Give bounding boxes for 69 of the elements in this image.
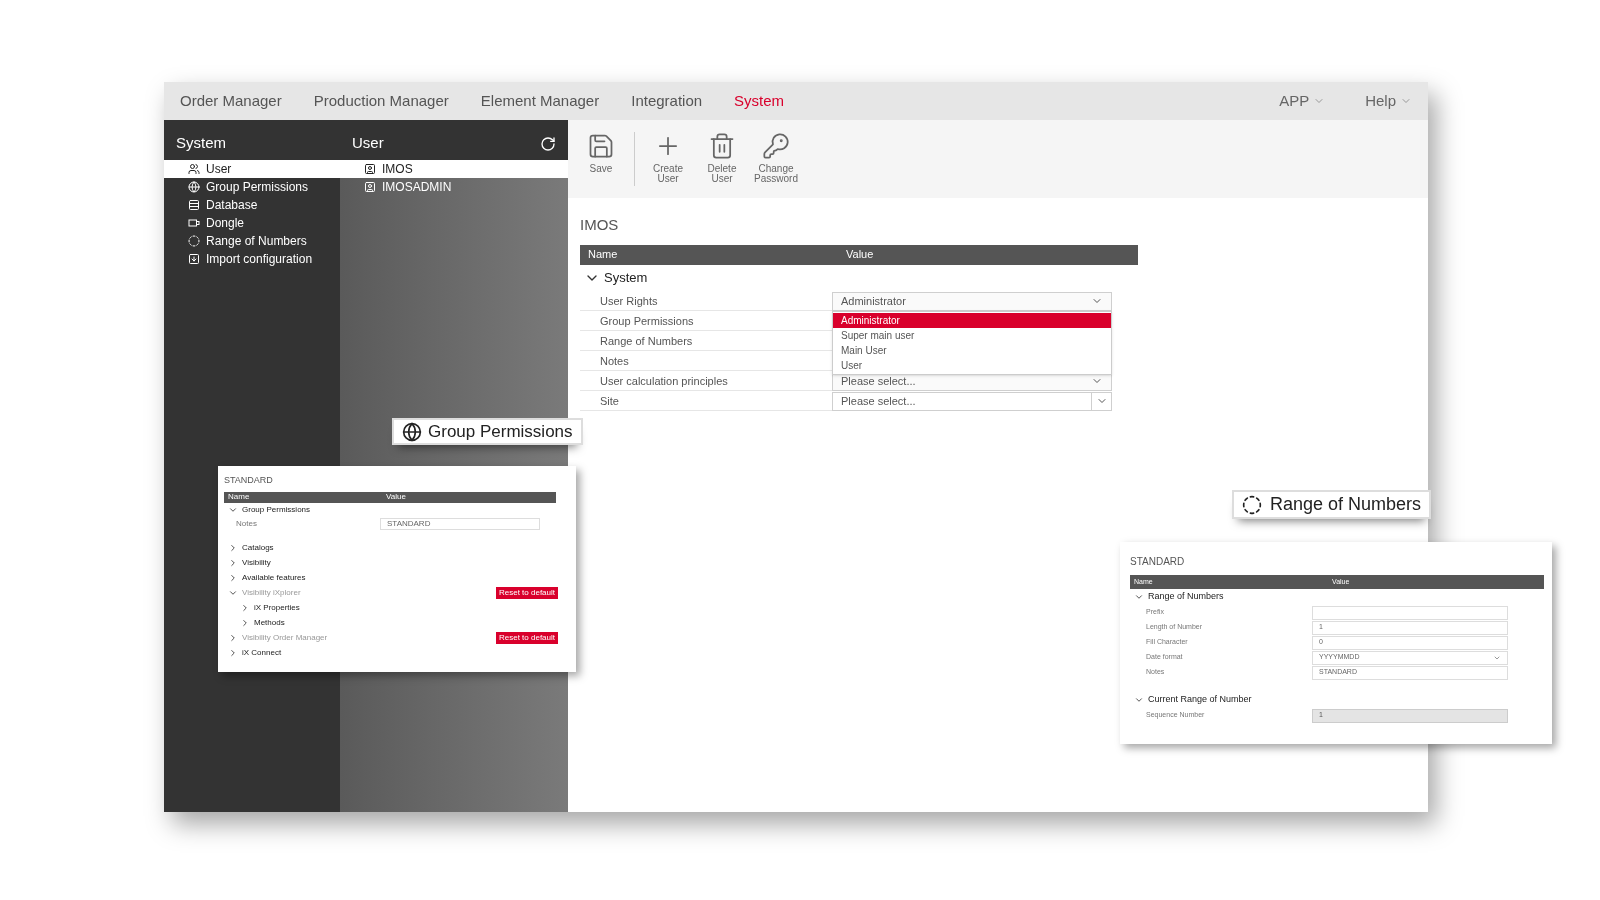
nav-tab[interactable]: Element Manager <box>480 89 600 113</box>
table-header: Name Value <box>224 491 556 503</box>
chevron-right-icon[interactable] <box>228 648 238 658</box>
property-label: Group Permissions <box>580 311 832 331</box>
toolbar-button[interactable]: Create User <box>643 132 693 184</box>
tree-item[interactable]: Catalogs <box>242 542 274 554</box>
menu-button[interactable]: APP <box>1279 89 1326 113</box>
users-icon <box>188 163 200 175</box>
tree-item[interactable]: iX Connect <box>242 647 282 659</box>
device-icon <box>188 217 200 229</box>
group-heading: Range of Numbers <box>1148 590 1224 604</box>
group-heading: Current Range of Number <box>1148 693 1252 707</box>
user-card-icon <box>364 163 376 175</box>
nav-tab[interactable]: Integration <box>631 89 703 113</box>
group-heading: System <box>604 268 648 287</box>
globe-icon <box>402 421 422 442</box>
card-title: STANDARD <box>1130 555 1186 569</box>
chevron-right-icon[interactable] <box>228 558 238 568</box>
trash-icon <box>708 132 736 160</box>
sidebar-item[interactable]: Dongle <box>164 214 340 232</box>
circle-dashed-icon <box>188 235 200 247</box>
nav-tab[interactable]: Order Manager <box>180 89 282 113</box>
chevron-right-icon[interactable] <box>228 543 238 553</box>
circle-dashed-icon <box>1242 494 1262 515</box>
tree-item[interactable]: Available features <box>242 572 306 584</box>
nav-tab[interactable]: Production Manager <box>313 89 449 113</box>
property-label: User Rights <box>580 291 832 311</box>
dropdown-option[interactable]: Administrator <box>833 312 1111 328</box>
globe-icon <box>188 181 200 193</box>
sidebar-item[interactable]: User <box>164 160 340 178</box>
callout-label: Range of Numbers <box>1232 490 1432 519</box>
property-label: Site <box>580 391 832 411</box>
card-title: STANDARD <box>224 474 274 487</box>
property-label: Notes <box>580 351 832 371</box>
dropdown-option[interactable]: Main User <box>833 342 1111 358</box>
rows-icon <box>188 199 200 211</box>
property-label: Range of Numbers <box>580 331 832 351</box>
dropdown-option[interactable]: User <box>833 357 1111 373</box>
panel-title: User <box>352 132 385 153</box>
property-label: Notes <box>235 517 258 530</box>
refresh-icon[interactable] <box>540 136 556 152</box>
toolbar-button[interactable]: Save <box>576 132 626 174</box>
sidebar-item[interactable]: Database <box>164 196 340 214</box>
chevron-right-icon[interactable] <box>228 573 238 583</box>
group-heading: Group Permissions <box>242 503 311 516</box>
callout-label: Group Permissions <box>392 418 583 445</box>
save-icon <box>587 132 615 160</box>
sidebar-item[interactable]: Range of Numbers <box>164 232 340 250</box>
user-item[interactable]: IMOSADMIN <box>340 178 568 196</box>
toolbar-button[interactable]: Delete User <box>697 132 747 184</box>
nav-tab[interactable]: System <box>734 89 785 113</box>
key-icon <box>762 132 790 160</box>
import-icon <box>188 253 200 265</box>
panel-title: System <box>176 132 226 153</box>
tree-item[interactable]: Visibility <box>242 557 271 569</box>
toolbar-button[interactable]: Change Password <box>751 132 801 184</box>
sidebar-item[interactable]: Import configuration <box>164 250 340 268</box>
dropdown-option[interactable]: Super main user <box>833 327 1111 343</box>
combo-field[interactable]: Please select... <box>832 391 1112 411</box>
user-card-icon <box>364 181 376 193</box>
table-header: Name Value <box>580 244 1138 265</box>
menu-button[interactable]: Help <box>1365 89 1412 113</box>
property-label: User calculation principles <box>580 371 832 391</box>
user-item[interactable]: IMOS <box>340 160 568 178</box>
input-field[interactable]: STANDARD <box>380 517 540 530</box>
input-field[interactable] <box>1312 605 1508 620</box>
sidebar-item[interactable]: Group Permissions <box>164 178 340 196</box>
record-title: IMOS <box>580 215 620 235</box>
select-field[interactable]: Administrator <box>832 291 1112 311</box>
